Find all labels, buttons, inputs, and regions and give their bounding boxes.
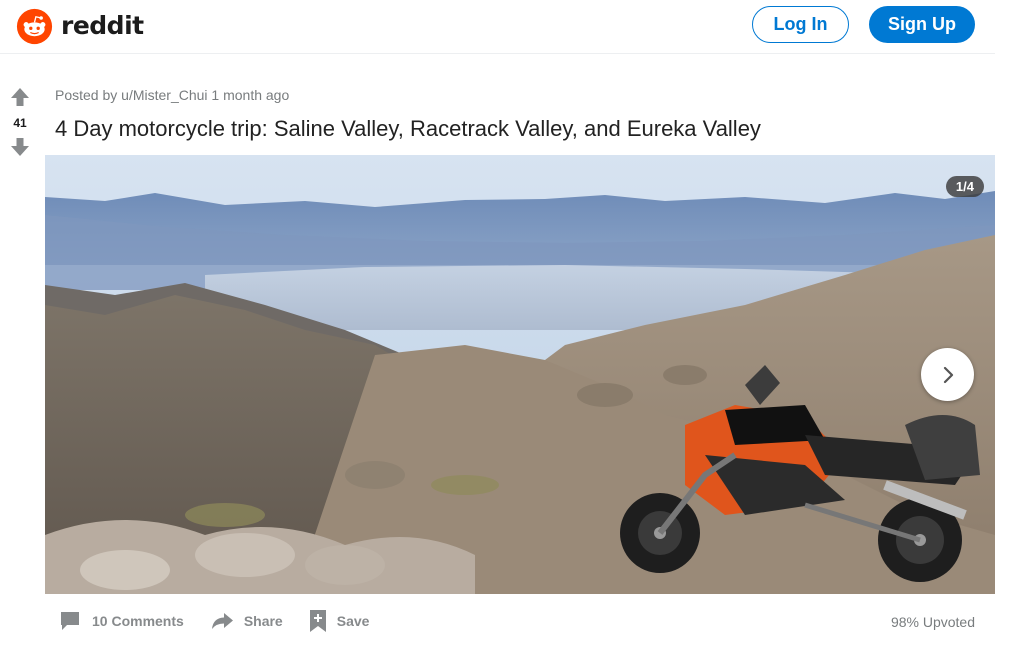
- gallery-counter: 1/4: [945, 176, 984, 197]
- reddit-snoo-icon: [16, 8, 53, 44]
- post-actions-bar: 10 Comments Share Save: [58, 607, 395, 635]
- site-header: reddit Log In Sign Up: [0, 0, 995, 54]
- share-label: Share: [243, 613, 283, 629]
- desert-landscape-photo: [45, 155, 995, 594]
- upvote-ratio: 98% Upvoted: [890, 614, 975, 630]
- vote-score: 41: [13, 116, 27, 130]
- save-button[interactable]: Save: [309, 609, 370, 633]
- comments-button[interactable]: 10 Comments: [58, 610, 184, 632]
- bookmark-plus-icon: [309, 610, 326, 632]
- post-gallery-image[interactable]: 1/4: [45, 155, 995, 594]
- next-image-button[interactable]: [921, 348, 974, 401]
- downvote-arrow-icon[interactable]: [9, 136, 31, 158]
- save-label: Save: [336, 613, 370, 629]
- comments-label: 10 Comments: [92, 613, 184, 629]
- share-arrow-icon: [211, 613, 233, 629]
- brand-wordmark: reddit: [61, 10, 144, 40]
- log-in-button[interactable]: Log In: [752, 6, 849, 43]
- vote-column: 41: [0, 86, 40, 158]
- post-meta: Posted by u/Mister_Chui 1 month ago: [55, 87, 290, 103]
- reddit-logo[interactable]: reddit: [16, 6, 144, 46]
- share-button[interactable]: Share: [210, 611, 283, 631]
- chevron-right-icon: [943, 366, 953, 383]
- comment-bubble-icon: [61, 612, 79, 630]
- post-title[interactable]: 4 Day motorcycle trip: Saline Valley, Ra…: [55, 116, 761, 142]
- sign-up-button[interactable]: Sign Up: [869, 6, 975, 43]
- upvote-arrow-icon[interactable]: [9, 86, 31, 108]
